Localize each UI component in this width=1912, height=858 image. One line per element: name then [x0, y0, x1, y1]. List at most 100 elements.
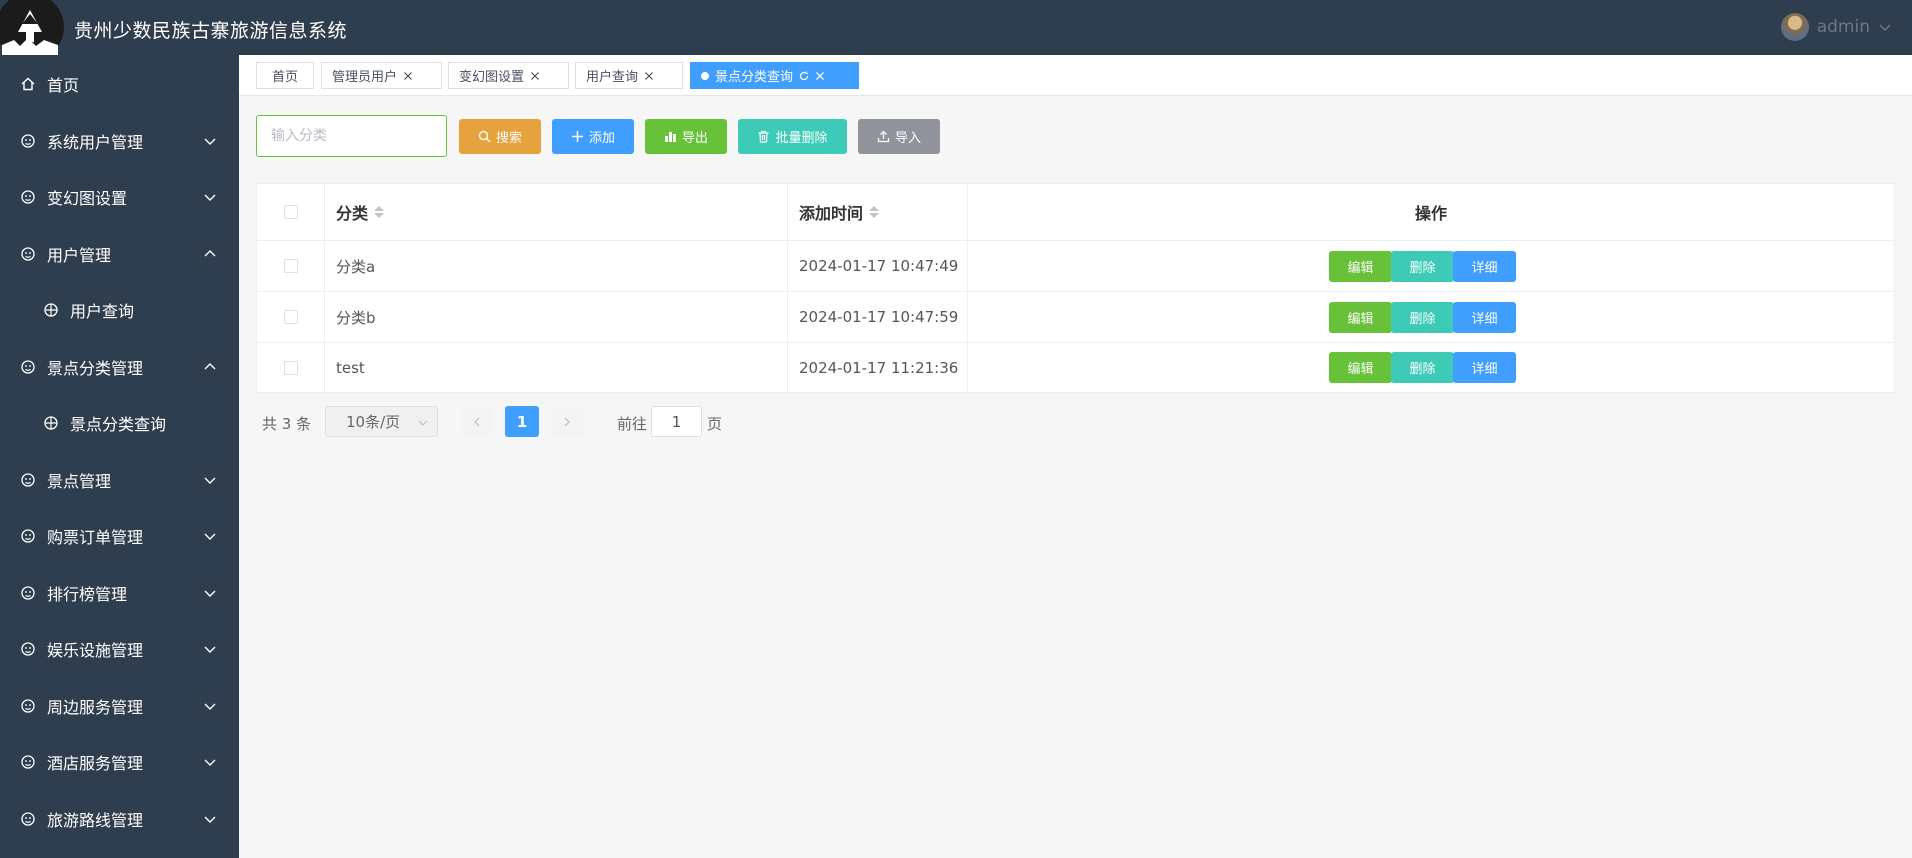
search-button-label: 搜索 [495, 130, 522, 145]
tab-spot-category-query[interactable]: 景点分类查询 [690, 62, 859, 89]
chevron-down-icon [204, 759, 216, 766]
edit-button[interactable]: 编辑 [1329, 251, 1392, 282]
sidebar-item-rankings[interactable]: 排行榜管理 [0, 568, 239, 618]
row-checkbox[interactable] [283, 361, 298, 375]
goto-page-input[interactable] [651, 406, 702, 437]
tab-label: 用户查询 [586, 70, 639, 85]
prev-page-button[interactable] [461, 406, 493, 437]
tab-label: 首页 [271, 70, 298, 85]
batch-delete-button[interactable]: 批量删除 [738, 119, 847, 154]
import-button[interactable]: 导入 [858, 119, 940, 154]
row-checkbox[interactable] [283, 259, 298, 273]
sidebar-item-label: 景点管理 [47, 472, 112, 491]
top-header: 贵州少数民族古寨旅游信息系统 admin [0, 0, 1912, 55]
chevron-down-icon [204, 646, 216, 653]
detail-button[interactable]: 详细 [1453, 352, 1516, 383]
page-number-current[interactable]: 1 [505, 406, 539, 437]
table-cell-actions: 编辑 删除 详细 [968, 241, 1894, 292]
table-cell-actions: 编辑 删除 详细 [968, 292, 1894, 343]
menu-icon [21, 190, 35, 204]
detail-button[interactable]: 详细 [1453, 251, 1516, 282]
close-icon[interactable] [403, 71, 413, 81]
user-menu[interactable]: admin [1780, 13, 1892, 41]
table-row-select-cell [257, 292, 325, 343]
page-size-value: 10条/页 [346, 413, 401, 431]
sidebar-item-label: 景点分类查询 [70, 415, 167, 434]
sidebar-item-spot-management[interactable]: 景点管理 [0, 455, 239, 505]
trash-icon [758, 130, 769, 143]
sidebar-item-banner-settings[interactable]: 变幻图设置 [0, 172, 239, 222]
sidebar-item-user-query[interactable]: 用户查询 [0, 285, 239, 335]
select-all-cell [257, 184, 325, 241]
sidebar-item-label: 用户查询 [70, 302, 135, 321]
sub-icon [44, 416, 58, 430]
table-cell-category: 分类b [325, 292, 788, 343]
bar-chart-icon [664, 132, 676, 142]
close-icon[interactable] [815, 71, 825, 81]
avatar [1780, 13, 1809, 41]
username: admin [1816, 17, 1870, 37]
sidebar-item-system-users[interactable]: 系统用户管理 [0, 116, 239, 166]
column-header-category[interactable]: 分类 [325, 184, 788, 241]
chevron-down-icon [204, 477, 216, 484]
menu-icon [21, 360, 35, 374]
export-button-label: 导出 [681, 130, 708, 145]
page-size-select[interactable]: 10条/页 [325, 406, 438, 437]
chevron-down-icon [204, 533, 216, 540]
add-button-label: 添加 [588, 130, 615, 145]
goto-label: 前往 [617, 415, 648, 433]
page-suffix-label: 页 [707, 415, 723, 433]
refresh-icon[interactable] [799, 71, 809, 81]
menu-icon [21, 812, 35, 826]
sub-icon [44, 303, 58, 317]
row-checkbox[interactable] [283, 310, 298, 324]
tab-banner-settings[interactable]: 变幻图设置 [448, 62, 569, 89]
tab-label: 景点分类查询 [715, 70, 794, 85]
add-button[interactable]: 添加 [552, 119, 634, 154]
select-all-checkbox[interactable] [283, 205, 298, 219]
chevron-down-icon [204, 816, 216, 823]
table-cell-time: 2024-01-17 10:47:59 [788, 292, 968, 343]
sidebar-item-label: 首页 [47, 76, 80, 95]
export-button[interactable]: 导出 [645, 119, 727, 154]
sidebar-item-home[interactable]: 首页 [0, 59, 239, 109]
sidebar-item-ticket-orders[interactable]: 购票订单管理 [0, 511, 239, 561]
sidebar-item-label: 娱乐设施管理 [47, 641, 144, 660]
chevron-down-icon [204, 703, 216, 710]
delete-button[interactable]: 删除 [1391, 352, 1454, 383]
sidebar-item-nearby-services[interactable]: 周边服务管理 [0, 681, 239, 731]
tab-home[interactable]: 首页 [256, 62, 314, 89]
tab-bar: 首页 管理员用户 变幻图设置 用户查询 景点分类查询 [239, 55, 1912, 96]
menu-icon [21, 699, 35, 713]
table-row-select-cell [257, 241, 325, 292]
next-page-button[interactable] [551, 406, 583, 437]
sidebar-item-user-management[interactable]: 用户管理 [0, 229, 239, 279]
sort-icon[interactable] [374, 206, 385, 218]
sort-icon[interactable] [869, 206, 880, 218]
column-header-time[interactable]: 添加时间 [788, 184, 968, 241]
sidebar-item-entertainment[interactable]: 娱乐设施管理 [0, 624, 239, 674]
edit-button[interactable]: 编辑 [1329, 352, 1392, 383]
close-icon[interactable] [644, 71, 654, 81]
sidebar-item-label: 周边服务管理 [47, 698, 144, 717]
sidebar-item-label: 酒店服务管理 [47, 754, 144, 773]
search-icon [478, 130, 491, 143]
chevron-up-icon [204, 250, 216, 257]
tab-user-query[interactable]: 用户查询 [575, 62, 683, 89]
sidebar-item-hotel-services[interactable]: 酒店服务管理 [0, 737, 239, 787]
active-dot-icon [701, 71, 709, 80]
table-cell-actions: 编辑 删除 详细 [968, 343, 1894, 393]
close-icon[interactable] [530, 71, 540, 81]
sidebar-item-spot-category-management[interactable]: 景点分类管理 [0, 342, 239, 392]
menu-icon [21, 586, 35, 600]
search-button[interactable]: 搜索 [459, 119, 541, 154]
edit-button[interactable]: 编辑 [1329, 302, 1392, 333]
delete-button[interactable]: 删除 [1391, 302, 1454, 333]
tab-admin-users[interactable]: 管理员用户 [321, 62, 442, 89]
detail-button[interactable]: 详细 [1453, 302, 1516, 333]
category-search-input[interactable] [256, 115, 447, 157]
sidebar-item-spot-category-query[interactable]: 景点分类查询 [0, 398, 239, 448]
sidebar-item-travel-routes[interactable]: 旅游路线管理 [0, 794, 239, 844]
table-cell-time: 2024-01-17 10:47:49 [788, 241, 968, 292]
delete-button[interactable]: 删除 [1391, 251, 1454, 282]
